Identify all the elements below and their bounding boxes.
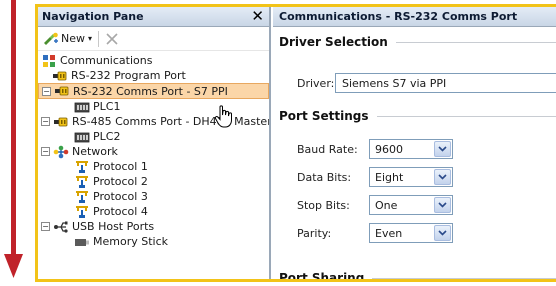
protocol-icon [74, 175, 90, 189]
setting-dropdown[interactable]: 9600 [369, 139, 453, 159]
field-label: Baud Rate: [297, 143, 358, 156]
tree-item-label: Protocol 3 [93, 190, 148, 203]
hand-cursor-icon [214, 105, 232, 128]
setting-dropdown[interactable]: Eight [369, 167, 453, 187]
chevron-down-icon[interactable] [434, 141, 451, 157]
field-label: Parity: [297, 227, 332, 240]
scroll-down-arrow-icon [4, 0, 23, 278]
navigation-tree: Communications RS-232 Program Port − RS-232… [38, 51, 269, 249]
properties-panel: Communications - RS-232 Comms Port Drive… [273, 7, 556, 279]
tree-item-label: Protocol 4 [93, 205, 148, 218]
chevron-down-icon: ▾ [88, 34, 93, 43]
network-icon [53, 145, 69, 159]
port-sharing-section: Port Sharing [279, 271, 556, 282]
tree-item[interactable]: − RS-485 Comms Port - DH485 Master [38, 114, 269, 129]
driver-label: Driver: [297, 77, 335, 90]
memory-stick-icon [74, 235, 90, 249]
field-label: Stop Bits: [297, 199, 350, 212]
tree-item[interactable]: Protocol 4 [38, 204, 269, 219]
tree-item-label: PLC2 [93, 130, 121, 143]
dropdown-value: Eight [375, 170, 404, 184]
dropdown-value: Even [375, 226, 403, 240]
tree-item[interactable]: Memory Stick [38, 234, 269, 249]
tree-item-label: PLC1 [93, 100, 121, 113]
serial-port-icon [54, 84, 70, 98]
collapse-toggle[interactable]: − [41, 222, 50, 231]
tree-item-label: Protocol 2 [93, 175, 148, 188]
section-divider [395, 41, 556, 43]
chevron-down-icon[interactable] [434, 197, 451, 213]
tree-item[interactable]: Protocol 2 [38, 174, 269, 189]
chevron-down-icon[interactable] [434, 225, 451, 241]
highlight-frame: Navigation Pane ✕ New ▾ Communications RS… [35, 4, 556, 282]
serial-port-icon [52, 69, 68, 83]
new-button-label: New [61, 32, 85, 45]
setting-dropdown[interactable]: Even [369, 223, 453, 243]
plc-icon [74, 130, 90, 144]
tree-item[interactable]: Communications [38, 53, 269, 68]
dropdown-value: One [375, 198, 398, 212]
protocol-icon [74, 160, 90, 174]
tree-item[interactable]: Protocol 1 [38, 159, 269, 174]
port-settings-heading: Port Settings [279, 109, 369, 123]
properties-panel-header: Communications - RS-232 Comms Port [273, 7, 556, 27]
close-icon[interactable]: ✕ [251, 9, 264, 24]
tree-item-label: Protocol 1 [93, 160, 148, 173]
protocol-icon [74, 205, 90, 219]
dropdown-value: 9600 [375, 142, 403, 156]
tree-item[interactable]: PLC2 [38, 129, 269, 144]
usb-icon [53, 220, 69, 234]
new-item-icon [44, 32, 58, 45]
tree-item-label: Memory Stick [93, 235, 169, 248]
protocol-icon [74, 190, 90, 204]
tree-item-label: RS-232 Comms Port - S7 PPI [73, 84, 228, 98]
tree-item-label: USB Host Ports [72, 220, 155, 233]
comms-icon [41, 54, 57, 68]
toolbar-divider [98, 30, 100, 47]
navigation-pane-header: Navigation Pane ✕ [38, 7, 269, 27]
tree-item[interactable]: − Network [38, 144, 269, 159]
collapse-toggle[interactable]: − [41, 117, 50, 126]
tree-item-label: Network [72, 145, 118, 158]
driver-selection-heading: Driver Selection [279, 35, 388, 49]
setting-dropdown[interactable]: One [369, 195, 453, 215]
tree-item[interactable]: − USB Host Ports [38, 219, 269, 234]
navigation-toolbar: New ▾ [38, 27, 269, 51]
delete-icon[interactable] [105, 32, 119, 46]
tree-item[interactable]: PLC1 [38, 99, 269, 114]
section-divider [372, 277, 556, 279]
port-sharing-heading: Port Sharing [279, 271, 365, 282]
tree-item-label: RS-232 Program Port [71, 69, 186, 82]
navigation-pane-title: Navigation Pane [42, 10, 144, 23]
section-divider [376, 115, 556, 117]
field-label: Data Bits: [297, 171, 352, 184]
new-button[interactable]: New ▾ [43, 32, 92, 46]
serial-port-icon [53, 115, 69, 129]
driver-selection-section: Driver Selection [279, 35, 556, 49]
tree-item[interactable]: RS-232 Program Port [38, 68, 269, 83]
tree-item-selected[interactable]: − RS-232 Comms Port - S7 PPI [38, 83, 269, 99]
collapse-toggle[interactable]: − [41, 147, 50, 156]
collapse-toggle[interactable]: − [42, 86, 51, 96]
driver-field[interactable]: Siemens S7 via PPI [335, 73, 556, 93]
properties-panel-title: Communications - RS-232 Comms Port [279, 10, 518, 23]
port-settings-section: Port Settings [279, 109, 556, 123]
tree-item[interactable]: Protocol 3 [38, 189, 269, 204]
tree-item-label: Communications [60, 54, 153, 67]
plc-icon [74, 100, 90, 114]
tree-item-label: RS-485 Comms Port - DH485 Master [72, 115, 271, 128]
chevron-down-icon[interactable] [434, 169, 451, 185]
navigation-pane: Navigation Pane ✕ New ▾ Communications RS… [38, 7, 271, 279]
